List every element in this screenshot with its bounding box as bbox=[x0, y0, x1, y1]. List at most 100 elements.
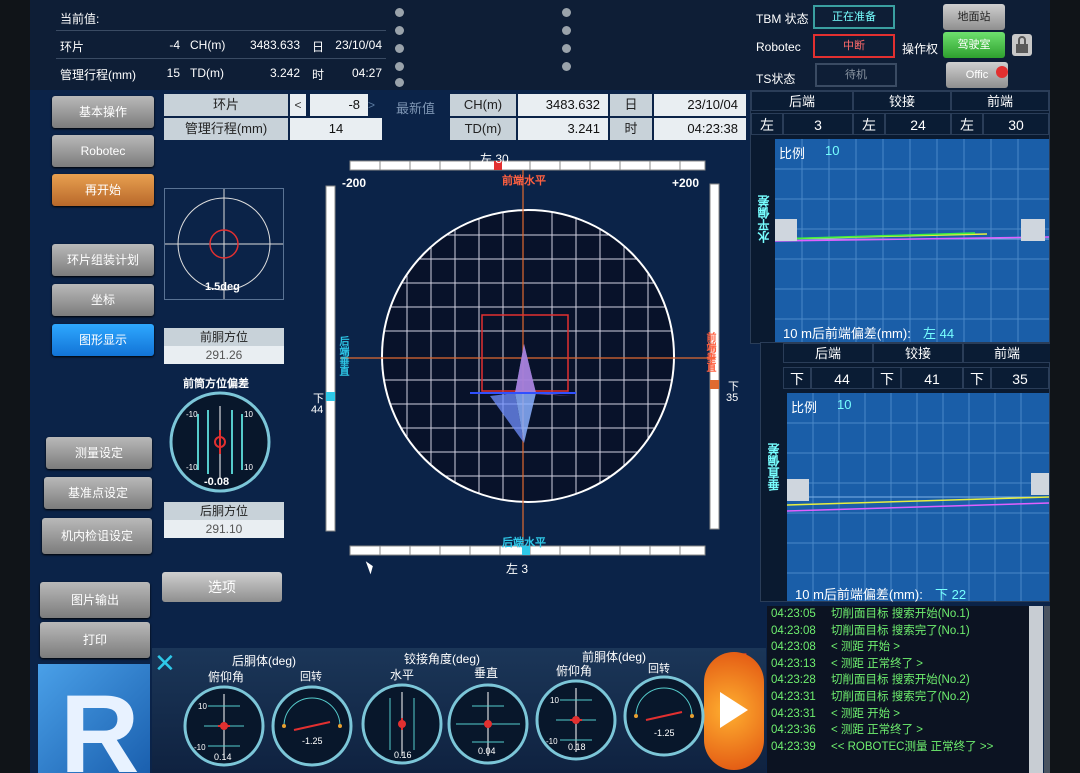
td-label: TD(m) bbox=[190, 66, 224, 80]
log-row: 04:23:39 << ROBOTEC测量 正常终了 >> bbox=[767, 739, 1043, 756]
horizontal-deviation-panel: 后端 铰接 前端 左 3 左 24 左 30 比例 10 水平偏差 10 m后前… bbox=[750, 90, 1050, 345]
log-message: 切削面目标 搜索开始(No.1) bbox=[831, 608, 970, 620]
v-scale-label: 比例 bbox=[791, 400, 818, 415]
v-joint-header: 铰接 bbox=[873, 343, 963, 363]
internal-calibration-button[interactable]: 机内检诅设定 bbox=[42, 518, 152, 554]
front-roll-gauge bbox=[623, 675, 705, 757]
reference-point-settings-button[interactable]: 基准点设定 bbox=[44, 477, 152, 509]
log-message: 切削面目标 搜索完了(No.2) bbox=[831, 690, 970, 703]
h-axis-label: 水平偏差 bbox=[757, 195, 771, 243]
svg-text:-10: -10 bbox=[186, 410, 198, 419]
h-scale-value: 10 bbox=[825, 143, 840, 158]
latest-day-value: 23/10/04 bbox=[654, 94, 746, 116]
h-footer-label: 10 m后前端偏差(mm): bbox=[783, 326, 911, 341]
log-list: 04:23:05 切削面目标 搜索开始(No.1) 04:23:08 切削面目标 搜索… bbox=[767, 606, 1043, 755]
log-time: 04:23:28 bbox=[771, 674, 816, 687]
lock-icon[interactable] bbox=[1012, 34, 1032, 56]
control-right-label: 操作权 bbox=[902, 42, 939, 56]
g4-value: 0.04 bbox=[478, 746, 496, 756]
current-values-title: 当前值: bbox=[60, 12, 100, 26]
h-footer-value: 左 44 bbox=[923, 326, 955, 341]
front-bearing-dev-label: 前筒方位偏差 bbox=[183, 378, 249, 390]
rear-vertical-label: 后端垂直 bbox=[337, 336, 348, 376]
ts-status-label: TS状态 bbox=[756, 72, 796, 86]
indicator-dot bbox=[395, 44, 404, 53]
log-row: 04:23:31 < 测距 开始 > bbox=[767, 706, 1043, 723]
g5-value: 0.18 bbox=[568, 742, 586, 752]
bottom-ruler-label: 左 3 bbox=[506, 562, 529, 576]
indicator-dot bbox=[562, 62, 571, 71]
svg-text:10: 10 bbox=[244, 410, 253, 419]
right-range-label: +200 bbox=[672, 176, 700, 190]
log-row: 04:23:08 < 测距 开始 > bbox=[767, 639, 1043, 656]
v-axis-label: 垂直偏差 bbox=[767, 443, 781, 491]
latest-ring-label: 环片 bbox=[164, 94, 288, 116]
image-output-button[interactable]: 图片输出 bbox=[40, 582, 150, 618]
restart-button[interactable]: 再开始 bbox=[52, 174, 154, 206]
coordinates-button[interactable]: 坐标 bbox=[52, 284, 154, 316]
log-scrollbar[interactable] bbox=[1029, 606, 1043, 773]
measure-settings-button[interactable]: 测量设定 bbox=[46, 437, 152, 469]
attitude-gauges-bar: ✕ + 后胴体(deg) 铰接角度(deg) 前胴体(deg) 俯仰角 回转 水… bbox=[152, 647, 766, 773]
prev-ring-icon[interactable]: < bbox=[290, 94, 306, 116]
latest-time-value: 04:23:38 bbox=[654, 118, 746, 140]
latest-ch-value: 3483.632 bbox=[518, 94, 608, 116]
log-time: 04:23:36 bbox=[771, 724, 816, 737]
v-rear-header: 后端 bbox=[783, 343, 873, 363]
latest-mgmt-label: 管理行程(mm) bbox=[164, 118, 288, 140]
mgmt-value: 15 bbox=[166, 66, 180, 80]
robotec-logo: R bbox=[38, 664, 150, 773]
log-row: 04:23:05 切削面目标 搜索开始(No.1) bbox=[767, 606, 1043, 623]
v-rear-dir: 下 bbox=[783, 367, 811, 389]
rear-body-label: 后胴体(deg) bbox=[232, 654, 297, 668]
v-footer-label: 10 m后前端偏差(mm): bbox=[795, 587, 923, 602]
next-ring-icon[interactable]: > bbox=[368, 94, 380, 116]
ts-status-badge: 待机 bbox=[815, 63, 897, 87]
h-joint-value: 24 bbox=[885, 113, 951, 135]
ground-station-button[interactable]: 地面站 bbox=[943, 4, 1005, 30]
print-button[interactable]: 打印 bbox=[40, 622, 150, 658]
g3-value: 0.16 bbox=[394, 750, 412, 760]
top-ruler-label: 左 30 bbox=[480, 152, 509, 166]
v-rear-value: 44 bbox=[811, 367, 873, 389]
vertical-deviation-panel: 后端 铰接 前端 下 44 下 41 下 35 比例 10 垂直偏差 10 m后… bbox=[760, 342, 1050, 602]
g1-value: 0.14 bbox=[214, 752, 232, 762]
ch-label: CH(m) bbox=[190, 38, 226, 52]
h-scale-label: 比例 bbox=[779, 146, 806, 161]
right-down-value: 35 bbox=[726, 392, 739, 404]
left-down-value: 44 bbox=[311, 404, 324, 416]
log-time: 04:23:39 bbox=[771, 740, 816, 753]
latest-ring-value[interactable]: -8 bbox=[310, 94, 368, 116]
articulation-label: 铰接角度(deg) bbox=[404, 652, 481, 666]
log-row: 04:23:08 切削面目标 搜索完了(No.1) bbox=[767, 623, 1043, 640]
options-button[interactable]: 选项 bbox=[162, 572, 282, 602]
ring-assembly-plan-button[interactable]: 环片组装计划 bbox=[52, 244, 154, 276]
collapse-icon[interactable]: ✕ bbox=[154, 650, 176, 676]
h-rear-header: 后端 bbox=[751, 91, 853, 111]
log-time: 04:23:05 bbox=[771, 608, 816, 620]
indicator-dot bbox=[395, 26, 404, 35]
h-joint-header: 铰接 bbox=[853, 91, 951, 111]
graphic-display-button[interactable]: 图形显示 bbox=[52, 324, 154, 356]
robotec-screen: 当前值: 环片 -4 CH(m) 3483.633 日 23/10/04 管理行… bbox=[30, 0, 1050, 773]
front-vertical-label: 前端垂直 bbox=[704, 332, 715, 372]
inclination-indicator: 1.5deg bbox=[164, 188, 284, 300]
robotec-button[interactable]: Robotec bbox=[52, 135, 154, 167]
latest-time-label: 时 bbox=[610, 118, 652, 140]
h-joint-dir: 左 bbox=[853, 113, 885, 135]
td-value: 3.242 bbox=[269, 66, 300, 80]
log-time: 04:23:31 bbox=[771, 690, 816, 703]
time-value: 04:27 bbox=[351, 66, 382, 80]
cab-control-button[interactable]: 驾驶室 bbox=[943, 32, 1005, 58]
side-strip bbox=[1044, 606, 1050, 773]
front-horizontal-label: 前端水平 bbox=[502, 175, 546, 187]
ring-value: -4 bbox=[169, 38, 180, 52]
robotec-status-label: Robotec bbox=[756, 40, 801, 54]
indicator-dot bbox=[562, 26, 571, 35]
time-label: 时 bbox=[312, 68, 325, 82]
indicator-dot bbox=[395, 8, 404, 17]
basic-operation-button[interactable]: 基本操作 bbox=[52, 96, 154, 128]
log-time: 04:23:13 bbox=[771, 657, 816, 670]
log-message: << ROBOTEC测量 正常终了 >> bbox=[831, 740, 994, 753]
mgmt-label: 管理行程(mm) bbox=[60, 68, 136, 82]
